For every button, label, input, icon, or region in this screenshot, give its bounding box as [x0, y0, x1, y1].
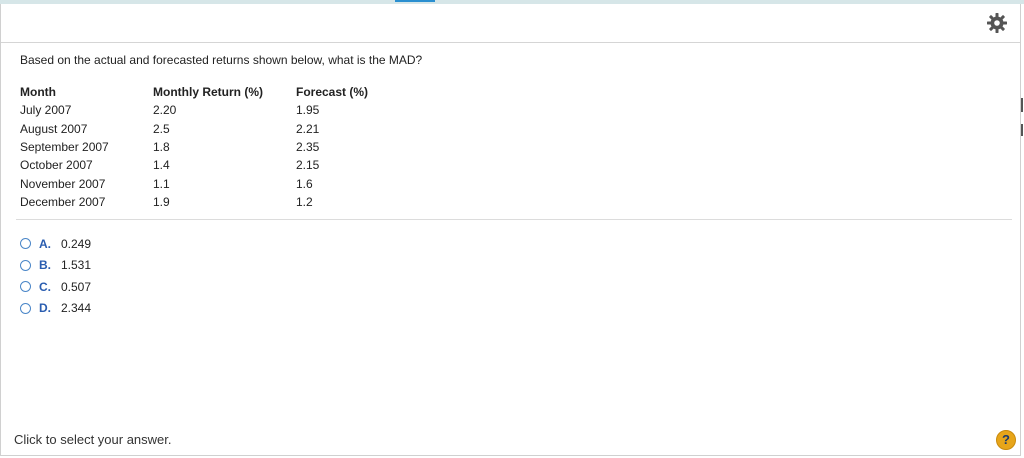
return-cell: 1.1 — [153, 176, 170, 191]
option-value: 0.507 — [61, 279, 92, 294]
radio-button-b[interactable] — [20, 259, 31, 271]
forecast-cell: 2.15 — [296, 158, 320, 173]
returns-table: Month Monthly Return (%) Forecast (%) Ju… — [20, 82, 396, 211]
gear-icon[interactable] — [985, 11, 1009, 35]
table-row: September 2007 1.8 2.35 — [20, 138, 396, 156]
active-tab-indicator — [395, 0, 435, 2]
forecast-cell: 2.21 — [296, 121, 320, 136]
return-cell: 2.5 — [153, 121, 170, 136]
help-icon[interactable]: ? — [996, 430, 1016, 450]
table-header-row: Month Monthly Return (%) Forecast (%) — [20, 82, 396, 101]
option-letter: A. — [39, 236, 51, 251]
option-value: 1.531 — [61, 258, 92, 273]
answer-options: A. 0.249 B. 1.531 C. 0.507 D. 2.344 — [20, 233, 91, 319]
header-divider — [1, 42, 1020, 43]
option-letter: C. — [39, 279, 51, 294]
option-b[interactable]: B. 1.531 — [20, 255, 91, 277]
option-letter: B. — [39, 258, 51, 273]
table-row: August 2007 2.5 2.21 — [20, 119, 396, 137]
question-panel — [0, 4, 1021, 456]
month-cell: October 2007 — [20, 158, 93, 173]
table-row: October 2007 1.4 2.15 — [20, 156, 396, 174]
scroll-marker — [1021, 98, 1023, 112]
return-cell: 2.20 — [153, 103, 177, 118]
option-c[interactable]: C. 0.507 — [20, 276, 91, 298]
select-answer-instruction: Click to select your answer. — [14, 432, 172, 447]
scroll-marker — [1021, 124, 1023, 136]
column-header-forecast: Forecast (%) — [296, 84, 369, 99]
option-d[interactable]: D. 2.344 — [20, 298, 91, 320]
return-cell: 1.4 — [153, 158, 170, 173]
month-cell: August 2007 — [20, 121, 88, 136]
month-cell: September 2007 — [20, 139, 109, 154]
column-header-month: Month — [20, 84, 56, 99]
option-a[interactable]: A. 0.249 — [20, 233, 91, 255]
forecast-cell: 1.2 — [296, 195, 313, 210]
option-letter: D. — [39, 301, 51, 316]
radio-button-a[interactable] — [20, 238, 31, 250]
month-cell: July 2007 — [20, 103, 72, 118]
forecast-cell: 1.95 — [296, 103, 320, 118]
forecast-cell: 2.35 — [296, 139, 320, 154]
table-row: November 2007 1.1 1.6 — [20, 175, 396, 193]
question-text: Based on the actual and forecasted retur… — [20, 53, 423, 67]
radio-button-c[interactable] — [20, 281, 31, 293]
section-divider — [16, 219, 1012, 220]
return-cell: 1.9 — [153, 195, 170, 210]
month-cell: December 2007 — [20, 195, 106, 210]
table-row: July 2007 2.20 1.95 — [20, 101, 396, 119]
table-row: December 2007 1.9 1.2 — [20, 193, 396, 211]
radio-button-d[interactable] — [20, 302, 31, 314]
option-value: 2.344 — [61, 301, 92, 316]
forecast-cell: 1.6 — [296, 176, 313, 191]
option-value: 0.249 — [61, 236, 92, 251]
column-header-monthly-return: Monthly Return (%) — [153, 84, 263, 99]
month-cell: November 2007 — [20, 176, 106, 191]
return-cell: 1.8 — [153, 139, 170, 154]
